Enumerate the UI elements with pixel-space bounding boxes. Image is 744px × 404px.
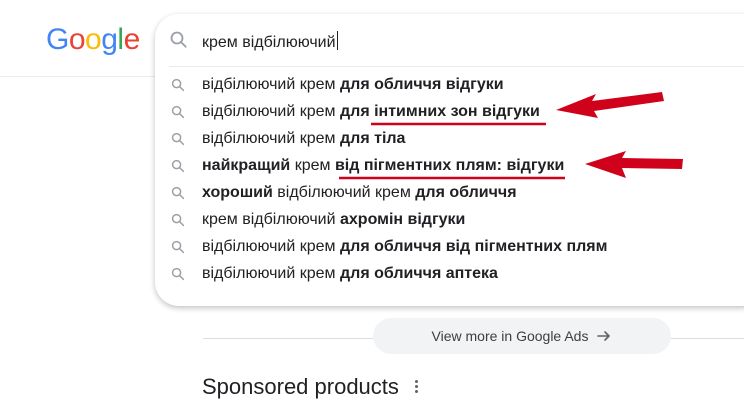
suggestion-text: відбілюючий крем для інтимних зон відгук… [202,98,540,125]
suggestion-text: хороший відбілюючий крем для обличчя [202,179,517,206]
suggestion-item[interactable]: відбілюючий крем для обличчя відгуки [155,71,744,98]
text-cursor [336,31,338,50]
search-icon [171,132,185,146]
suggestion-bold: для обличчя відгуки [340,76,504,93]
suggestion-item[interactable]: найкращий крем від пігментних плям: відг… [155,152,744,179]
suggestion-bold: для обличчя аптека [340,265,498,282]
sponsored-products-title: Sponsored products [202,374,399,399]
suggestion-normal: крем [290,157,335,174]
view-more-label: View more in Google Ads [431,328,589,344]
suggestion-item[interactable]: відбілюючий крем для обличчя від пігмент… [155,233,744,260]
search-query-text: крем відбілюючий [202,34,336,51]
suggestion-item[interactable]: відбілюючий крем для інтимних зон відгук… [155,98,744,125]
suggestion-bold: для інтимних зон відгуки [340,103,540,120]
suggestion-bold-lead: хороший [202,184,273,201]
search-icon [171,267,185,281]
suggestion-text: найкращий крем від пігментних плям: відг… [202,152,564,179]
suggestion-normal: відбілюючий крем [202,130,340,147]
suggestion-text: відбілюючий крем для тіла [202,125,405,152]
suggestion-list: відбілюючий крем для обличчя відгуки від… [155,71,744,287]
suggestion-item[interactable]: хороший відбілюючий крем для обличчя [155,179,744,206]
suggestion-item[interactable]: відбілюючий крем для тіла [155,125,744,152]
suggestion-normal: відбілюючий крем [272,184,416,201]
suggestion-normal: відбілюючий крем [202,103,340,120]
dropdown-divider [169,66,744,67]
suggestion-item[interactable]: крем відбілюючий ахромін відгуки [155,206,744,233]
search-icon [171,240,185,254]
search-input[interactable]: крем відбілюючий [202,31,338,53]
view-more-ads-button[interactable]: View more in Google Ads [373,318,671,354]
google-logo[interactable]: Google [46,22,140,58]
suggestion-text: відбілюючий крем для обличчя відгуки [202,71,504,98]
more-vert-icon[interactable] [410,378,422,396]
logo-letter: o [68,23,86,56]
suggestion-item[interactable]: відбілюючий крем для обличчя аптека [155,260,744,287]
search-icon [171,78,185,92]
search-box: крем відбілюючий відбілюючий крем для об… [155,14,744,306]
suggestion-normal: відбілюючий крем [202,238,340,255]
logo-letter: e [123,23,141,56]
suggestion-bold: від пігментних плям: відгуки [334,157,565,174]
search-icon [171,213,185,227]
suggestion-normal: відбілюючий крем [202,265,340,282]
suggestion-bold-lead: найкращий [202,157,291,174]
suggestion-text: крем відбілюючий ахромін відгуки [202,206,465,233]
search-icon [171,186,185,200]
logo-letter: g [101,23,118,56]
suggestion-bold: для обличчя від пігментних плям [340,238,608,255]
suggestion-text: відбілюючий крем для обличчя аптека [202,260,498,287]
arrow-right-icon [597,331,611,341]
suggestion-bold: для обличчя [415,184,517,201]
suggestion-text: відбілюючий крем для обличчя від пігмент… [202,233,607,260]
suggestion-normal: крем відбілюючий [202,211,340,228]
suggestion-normal: відбілюючий крем [202,76,340,93]
suggestion-bold: для тіла [340,130,406,147]
search-row: крем відбілюючий [155,14,744,66]
suggestion-bold: ахромін відгуки [340,211,466,228]
search-icon [171,105,185,119]
search-icon [171,159,185,173]
search-icon[interactable] [169,30,189,50]
logo-letter: o [85,23,102,56]
logo-letter: G [46,23,69,56]
